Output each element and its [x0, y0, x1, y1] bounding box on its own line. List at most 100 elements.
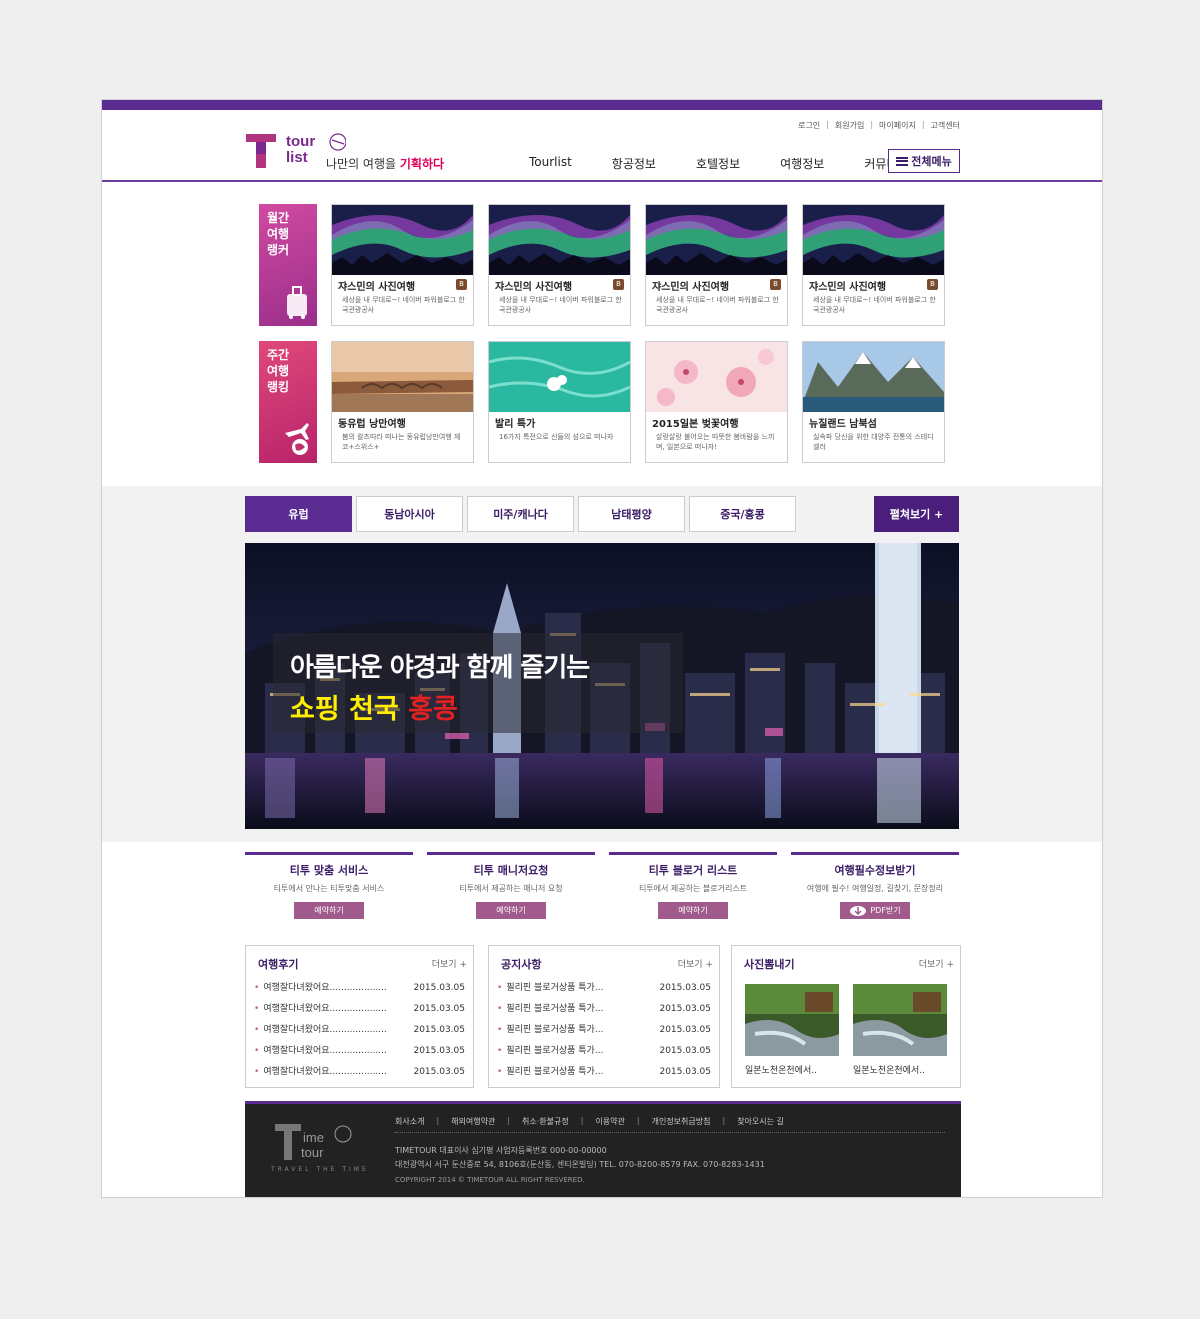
more-link[interactable]: 더보기 +	[432, 957, 467, 970]
header: tour list 나만의 여행을 기획하다 로그인 | 회원가입 | 마이페이…	[102, 110, 1102, 182]
tab-southeast-asia[interactable]: 동남아시아	[356, 496, 463, 532]
main-banner[interactable]: 아름다운 야경과 함께 즐기는 쇼핑 천국 홍콩	[245, 543, 959, 829]
footer-tagline: TRAVEL THE TIME	[271, 1166, 369, 1173]
ranking-card[interactable]: 동유럽 낭만여행봄의 왈츠따라 떠나는 동유럽낭만여행 체코+스위스+	[331, 341, 474, 463]
reserve-button[interactable]: 예약하기	[476, 902, 546, 919]
bullet-icon: •	[497, 1025, 503, 1035]
item-text: 필리핀 블로거상품 특가...	[506, 1025, 604, 1035]
photo-item[interactable]: 일본노천온천에서..	[853, 984, 947, 1076]
footer-links: 회사소개 | 해외여행약관 | 취소·환불규정 | 이용약관 | 개인정보취급방침 | 찾…	[395, 1116, 945, 1133]
list-item[interactable]: • 여행잘다녀왔어요.................... 2015.03.05	[254, 982, 465, 1003]
ranking-card[interactable]: 쟈스민의 사진여행 B 세상을 내 무대로~! 네이버 파워블로그 한국관광공사	[645, 204, 788, 326]
footer-info-line1: TIMETOUR 대표이사 심기평 사업자등록번호 000-00-00000	[395, 1146, 607, 1155]
service-desc: 티투에서 만나는 티투맞춤 서비스	[273, 884, 385, 893]
footer-link-directions[interactable]: 찾아오시는 길	[737, 1116, 784, 1127]
weekly-ranking-label: 주간 여행 랭킹	[259, 341, 317, 463]
service-title: 티투 매니저요청	[473, 864, 549, 877]
more-link[interactable]: 더보기 +	[919, 957, 954, 970]
card-thumbnail	[489, 205, 630, 275]
bullet-icon: •	[497, 1067, 503, 1077]
util-join[interactable]: 회원가입	[835, 120, 864, 131]
reserve-button[interactable]: 예약하기	[658, 902, 728, 919]
util-mypage[interactable]: 마이페이지	[879, 120, 916, 131]
nav-flight[interactable]: 항공정보	[612, 155, 656, 172]
tab-america-canada[interactable]: 미주/캐나다	[467, 496, 574, 532]
more-link[interactable]: 더보기 +	[678, 957, 713, 970]
bullet-icon: •	[254, 1004, 260, 1014]
card-title: 2015일본 벚꽃여행	[652, 419, 739, 430]
tab-europe[interactable]: 유럽	[245, 496, 352, 532]
list-item[interactable]: • 여행잘다녀왔어요.................... 2015.03.05	[254, 1066, 465, 1087]
list-item[interactable]: • 필리핀 블로거상품 특가... 2015.03.05	[497, 1024, 711, 1045]
list-item[interactable]: • 필리핀 블로거상품 특가... 2015.03.05	[497, 1045, 711, 1066]
service-title: 여행필수정보받기	[834, 864, 916, 877]
all-menu-label: 전체메뉴	[911, 155, 952, 168]
card-description: 봄의 왈츠따라 떠나는 동유럽낭만여행 체코+스위스+	[342, 433, 461, 451]
all-menu-button[interactable]: 전체메뉴	[888, 149, 960, 173]
hot-spring-photo	[853, 984, 947, 1056]
monthly-ranker-label: 월간 여행 랭커	[259, 204, 317, 326]
footer-link-refund[interactable]: 취소·환불규정	[522, 1116, 569, 1127]
pdf-download-button[interactable]: PDF받기	[840, 902, 910, 919]
region-tabs: 유럽 동남아시아 미주/캐나다 남태평양 중국/홍콩	[245, 496, 796, 532]
card-title: 쟈스민의 사진여행	[495, 282, 573, 293]
footer-link-privacy[interactable]: 개인정보취급방침	[652, 1116, 711, 1127]
card-description: 실속파 당신을 위한 대양주 전통의 스테디 셀러	[813, 433, 934, 451]
list-item[interactable]: • 여행잘다녀왔어요.................... 2015.03.05	[254, 1045, 465, 1066]
page-frame: tour list 나만의 여행을 기획하다 로그인 | 회원가입 | 마이페이…	[101, 99, 1103, 1198]
service-blogger: 티투 블로거 리스트 티투에서 제공하는 블로거리스트 예약하기	[609, 852, 777, 928]
expand-button[interactable]: 펼쳐보기 +	[874, 496, 959, 532]
pdf-download-label: PDF받기	[870, 906, 901, 915]
util-login[interactable]: 로그인	[798, 120, 820, 131]
item-date: 2015.03.05	[659, 1067, 711, 1077]
hot-spring-photo	[745, 984, 839, 1056]
list-item[interactable]: • 여행잘다녀왔어요.................... 2015.03.05	[254, 1024, 465, 1045]
util-separator: |	[870, 120, 874, 129]
footer-link-overseas-terms[interactable]: 해외여행약관	[451, 1116, 495, 1127]
ranking-card[interactable]: 발리 특가 16가지 특전으로 신들의 섬으로 떠나자	[488, 341, 631, 463]
card-thumbnail	[332, 342, 473, 412]
reserve-label: 예약하기	[496, 906, 526, 915]
item-text: 필리핀 블로거상품 특가...	[506, 1004, 604, 1014]
service-desc: 여행에 필수! 여행일정, 길찾기, 문장정리	[806, 884, 944, 893]
list-item[interactable]: • 필리핀 블로거상품 특가... 2015.03.05	[497, 1003, 711, 1024]
board-title: 여행후기	[258, 958, 299, 971]
card-thumbnail	[332, 205, 473, 275]
tab-south-pacific[interactable]: 남태평양	[578, 496, 685, 532]
banner-subheadline: 쇼핑 천국 홍콩	[290, 687, 458, 726]
item-date: 2015.03.05	[413, 1046, 465, 1056]
slogan-highlight: 기획하다	[399, 157, 445, 171]
banner-headline: 아름다운 야경과 함께 즐기는	[290, 653, 590, 683]
ranking-card[interactable]: 뉴질랜드 남북섬 실속파 당신을 위한 대양주 전통의 스테디 셀러	[802, 341, 945, 463]
list-item[interactable]: • 필리핀 블로거상품 특가... 2015.03.05	[497, 1066, 711, 1087]
nav-travel-info[interactable]: 여행정보	[780, 155, 824, 172]
util-customer-center[interactable]: 고객센터	[931, 120, 960, 131]
nav-hotel[interactable]: 호텔정보	[696, 155, 740, 172]
ranking-card[interactable]: 쟈스민의 사진여행 B 세상을 내 무대로~! 네이버 파워블로그 한국관광공사	[331, 204, 474, 326]
card-title: 동유럽 낭만여행	[338, 419, 406, 430]
list-item[interactable]: • 필리핀 블로거상품 특가... 2015.03.05	[497, 982, 711, 1003]
util-separator: |	[826, 120, 829, 129]
ranking-card[interactable]: 쟈스민의 사진여행 B 세상을 내 무대로~! 네이버 파워블로그 한국관광공사	[802, 204, 945, 326]
photo-item[interactable]: 일본노천온천에서..	[745, 984, 839, 1076]
tab-china-hongkong[interactable]: 중국/홍콩	[689, 496, 796, 532]
ranking-card[interactable]: 2015일본 벚꽃여행 살랑살랑 불어오는 따뜻한 봄바람을 느끼며, 일본으로 …	[645, 341, 788, 463]
reserve-button[interactable]: 예약하기	[294, 902, 364, 919]
bullet-icon: •	[497, 1004, 503, 1014]
footer-link-about[interactable]: 회사소개	[395, 1116, 424, 1127]
card-thumbnail	[803, 342, 944, 412]
footer-link-terms[interactable]: 이용약관	[595, 1116, 624, 1127]
ranking-card[interactable]: 쟈스민의 사진여행 B 세상을 내 무대로~! 네이버 파워블로그 한국관광공사	[488, 204, 631, 326]
footer-info-line2: 대전광역시 서구 둔산중로 54, 8106호(둔산동, 센티온빌딩) TEL.…	[395, 1160, 765, 1169]
top-accent-bar	[102, 100, 1102, 110]
item-text: 필리핀 블로거상품 특가...	[506, 1067, 604, 1077]
footer: ime tour TRAVEL THE TIME 회사소개 | 해외여행약관 | 취…	[245, 1101, 961, 1197]
bullet-icon: •	[254, 983, 260, 993]
nav-tourlist[interactable]: Tourlist	[529, 155, 572, 172]
card-description: 세상을 내 무대로~! 네이버 파워블로그 한국관광공사	[656, 296, 779, 314]
reviews-list: • 여행잘다녀왔어요.................... 2015.03.05 …	[254, 982, 465, 1087]
photo-caption: 일본노천온천에서..	[745, 1066, 817, 1076]
list-item[interactable]: • 여행잘다녀왔어요.................... 2015.03.05	[254, 1003, 465, 1024]
monthly-ranker-row: 월간 여행 랭커 쟈스민의 사진여행 B 세상을 내 무대로~! 네이버 파워블로그…	[259, 204, 945, 326]
service-pdf: 여행필수정보받기 여행에 필수! 여행일정, 길찾기, 문장정리 PDF받기	[791, 852, 959, 928]
